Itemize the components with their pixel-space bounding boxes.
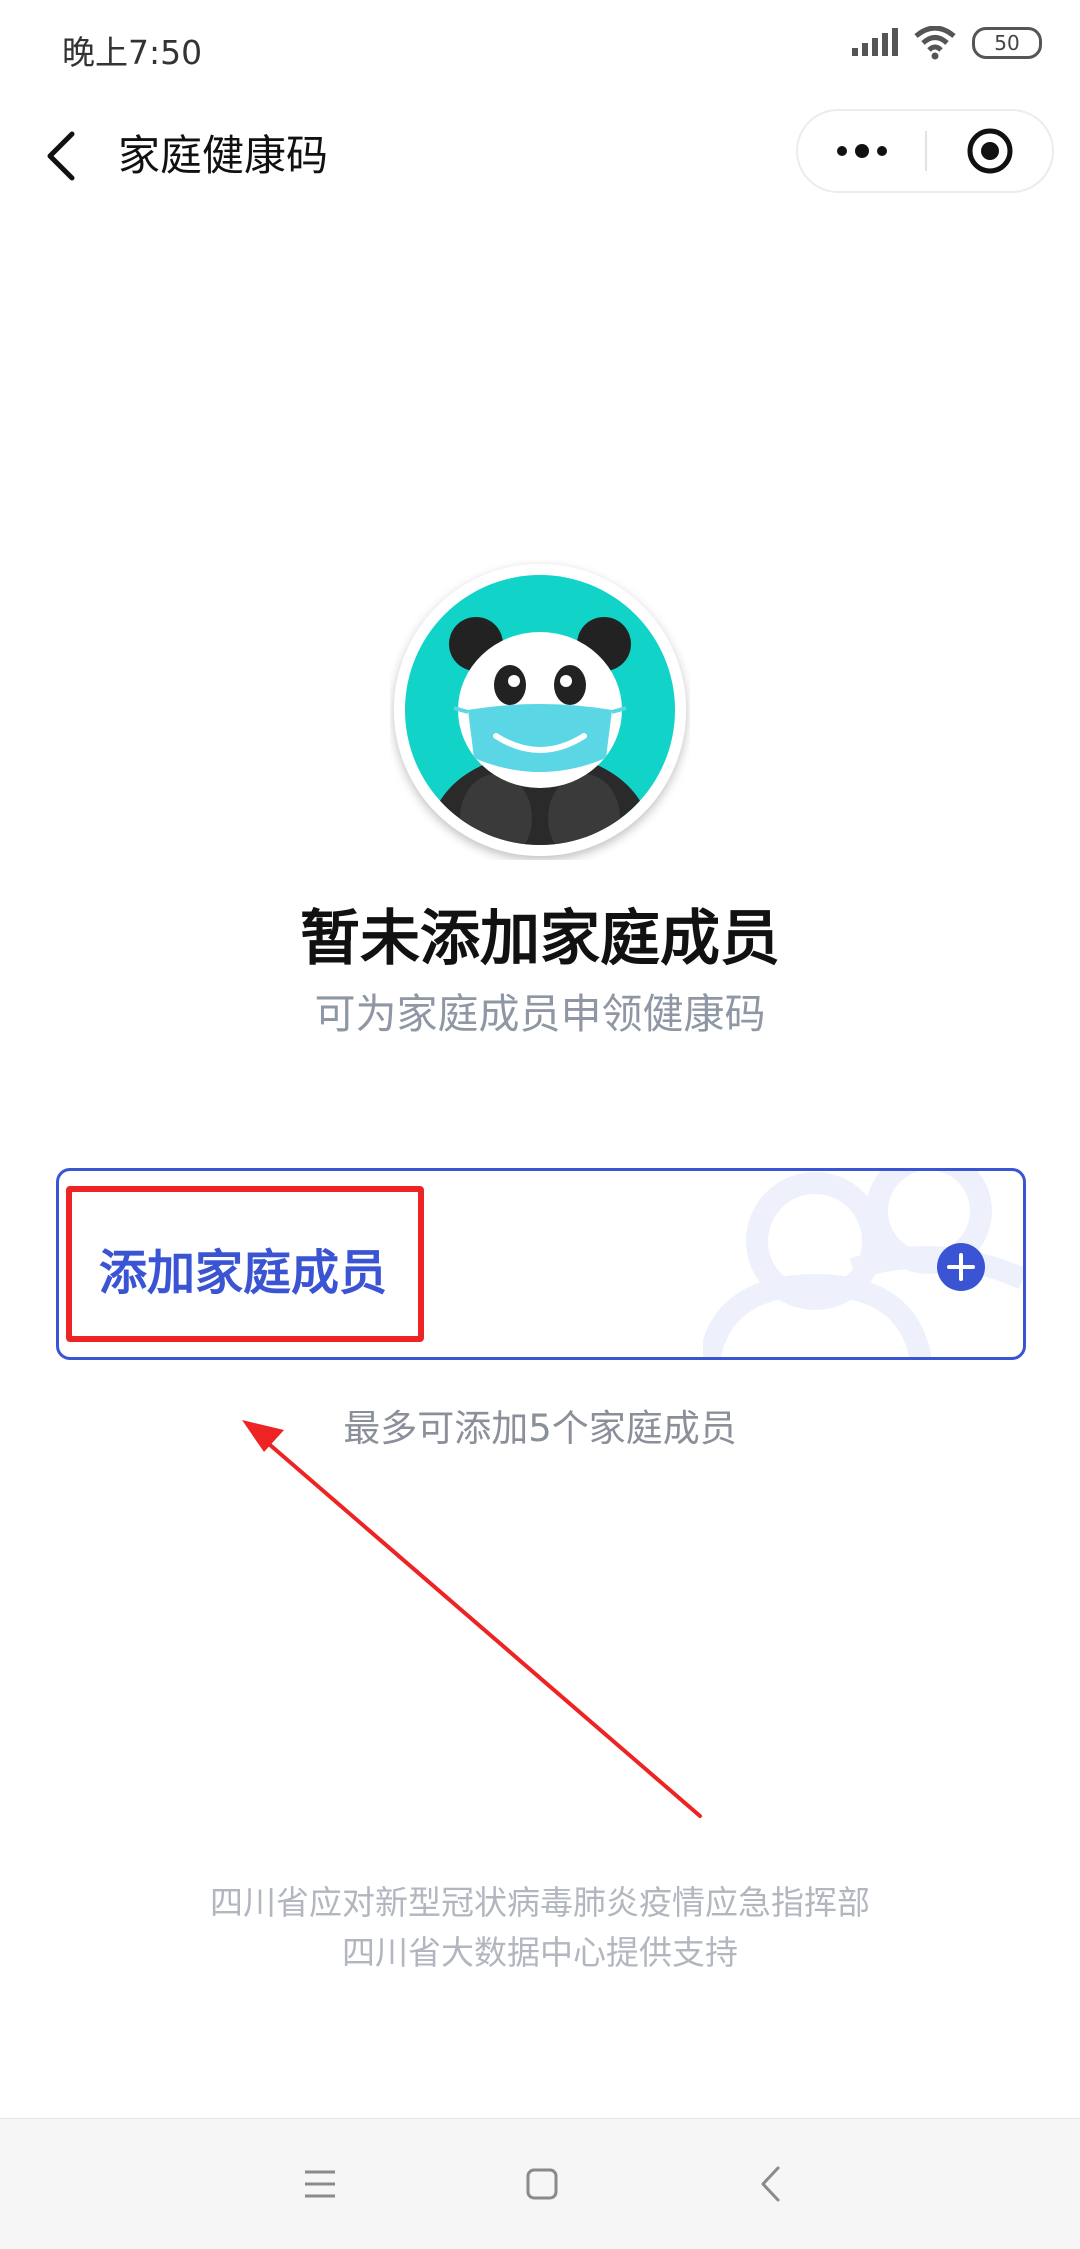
status-time: 晚上7:50 — [62, 33, 203, 72]
nav-back-icon — [761, 2166, 780, 2202]
plus-icon — [937, 1243, 985, 1291]
close-button[interactable] — [927, 111, 1052, 191]
footer-line-1: 四川省应对新型冠状病毒肺炎疫情应急指挥部 — [210, 1883, 870, 1922]
home-button[interactable] — [512, 2159, 572, 2209]
battery-indicator: 50 — [972, 27, 1042, 59]
mini-program-capsule — [796, 109, 1054, 193]
empty-state-title: 暂未添加家庭成员 — [300, 904, 780, 974]
menu-button[interactable] — [290, 2159, 350, 2209]
signal-icon — [852, 28, 898, 56]
footer-line-2: 四川省大数据中心提供支持 — [342, 1933, 738, 1972]
more-icon — [837, 144, 887, 158]
back-button[interactable] — [38, 126, 84, 186]
menu-icon — [305, 2170, 335, 2198]
page-title: 家庭健康码 — [118, 131, 329, 180]
add-member-button[interactable] — [937, 1243, 985, 1291]
wifi-icon — [914, 26, 956, 60]
footer: 四川省应对新型冠状病毒肺炎疫情应急指挥部 四川省大数据中心提供支持 — [0, 1878, 1080, 1978]
highlight-annotation-box — [66, 1186, 424, 1342]
back-icon — [47, 131, 75, 181]
close-target-icon — [967, 128, 1012, 174]
status-bar: 晚上7:50 50 — [0, 0, 1080, 96]
more-button[interactable] — [798, 111, 926, 191]
home-icon — [526, 2168, 558, 2200]
member-limit-note: 最多可添加5个家庭成员 — [343, 1407, 737, 1450]
status-icons: 50 — [852, 26, 1042, 60]
nav-bar: 家庭健康码 — [0, 96, 1080, 214]
system-back-button[interactable] — [740, 2159, 800, 2209]
system-nav-bar — [0, 2118, 1080, 2249]
panda-avatar — [394, 564, 686, 856]
empty-state-subtitle: 可为家庭成员申领健康码 — [314, 990, 766, 1038]
